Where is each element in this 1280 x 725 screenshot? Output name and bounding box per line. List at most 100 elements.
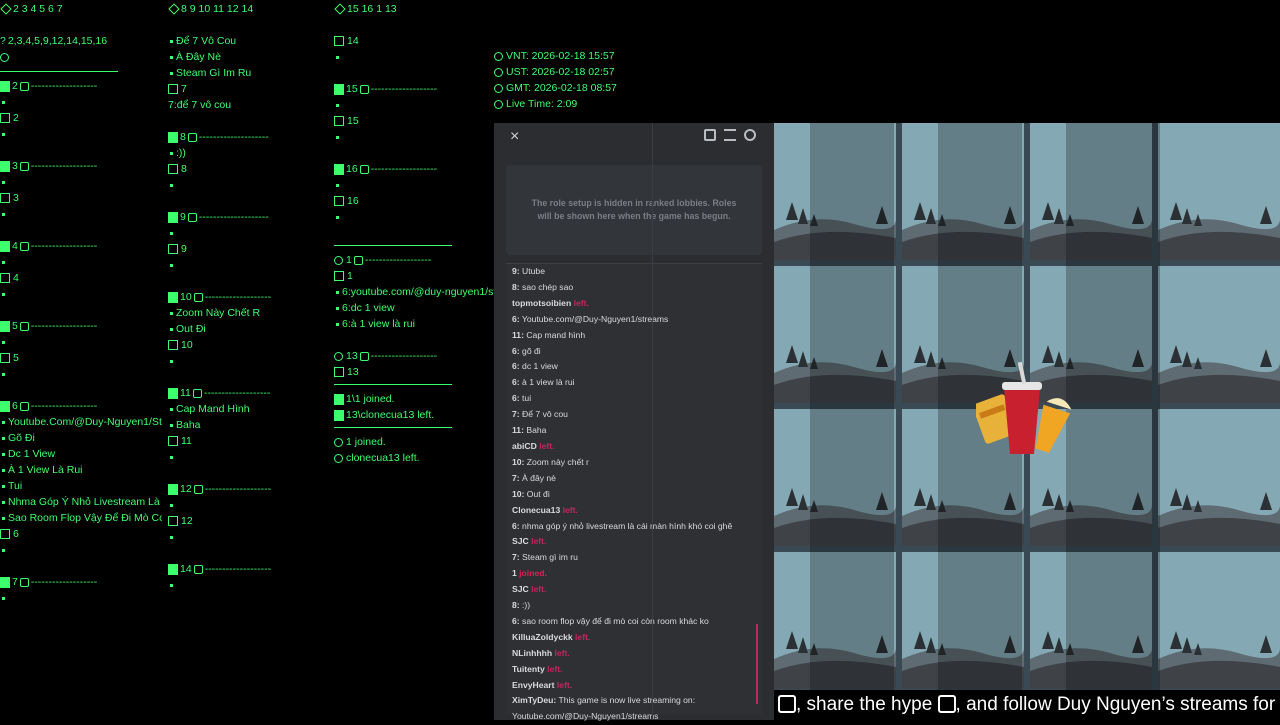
dot-row [168, 497, 323, 513]
slot-header: 11 ------------------- [168, 385, 323, 401]
slot-header: 14 ------------------- [168, 561, 323, 577]
chat-line: Sao Room Flop Vậy Để Đi Mò Coi C [0, 510, 162, 526]
chat-scrollbar[interactable] [756, 624, 758, 704]
filled-square-icon [0, 400, 10, 412]
filled-square-icon [334, 409, 344, 421]
text: Gõ Đi [8, 432, 35, 444]
chat-author: SJC [512, 584, 529, 595]
column-1-slots: 2 ------------------- 2 3 ------------------… [0, 78, 162, 606]
player-card[interactable] [1158, 409, 1280, 546]
dot-icon [2, 548, 5, 552]
dot-icon [336, 290, 339, 294]
chat-author: 11: [512, 329, 524, 340]
slot-header: 10 ------------------- [168, 289, 323, 305]
clock-icon [0, 52, 9, 62]
text: 7 [12, 576, 18, 588]
chat-message: 8: sao chép sao [506, 280, 762, 296]
question-icon: ? [0, 35, 6, 47]
speaker-icon [187, 132, 197, 142]
chat-line: Nhma Góp Ý Nhỏ Livestream Là Cái [0, 494, 162, 510]
text: Sao Room Flop Vậy Để Đi Mò Coi C [8, 512, 162, 524]
text: ------------------- [204, 291, 272, 303]
dot-icon [336, 306, 339, 310]
slot-note: 7:để 7 vô cou [168, 99, 232, 111]
players-icon[interactable] [744, 129, 756, 141]
dot-icon [336, 103, 339, 107]
chat-message: XimTyDeu: This game is now live streamin… [506, 693, 762, 709]
clock-list: VNT: 2026-02-18 15:57 UST: 2026-02-18 02… [494, 48, 617, 112]
chat-line: Youtube.Com/@Duy-Nguyen1/Stre [0, 414, 162, 430]
text: 16 [347, 195, 359, 207]
text: ------------------- [30, 320, 98, 332]
checkbox-icon [0, 353, 10, 363]
player-card[interactable] [1158, 552, 1280, 689]
dot-row [168, 225, 323, 241]
speaker-icon [359, 351, 369, 361]
clock-vnt: VNT: 2026-02-18 15:57 [494, 48, 617, 64]
text: 3 [13, 192, 19, 204]
chat-log[interactable]: 9: Utube 8: sao chép sao topmotsoibien lef… [506, 263, 762, 721]
dot-icon [2, 468, 5, 472]
panel-topbar: × [494, 123, 774, 151]
chat-text: left. [554, 679, 573, 690]
chat-text: sao room flop vậy để đi mò coi còn room … [519, 615, 709, 626]
dot-icon [170, 231, 173, 235]
text: 10 [180, 291, 192, 303]
text: 8 [181, 163, 187, 175]
text: ------------------- [203, 387, 271, 399]
close-button[interactable]: × [510, 128, 519, 146]
filled-square-icon [0, 576, 10, 588]
text: 15 [347, 115, 359, 127]
chat-author: KilluaZoldyckk [512, 631, 573, 642]
chat-text: left. [528, 584, 547, 595]
player-card[interactable] [1158, 266, 1280, 403]
dot-icon [2, 132, 5, 136]
clock-icon [494, 51, 503, 61]
column-2-header: 8 9 10 11 12 14 [168, 1, 323, 17]
chat-message: 7: Steam gì im ru [506, 550, 762, 566]
checkbox-icon [334, 367, 344, 377]
checkbox-icon [334, 36, 344, 46]
text: 2 [12, 80, 18, 92]
slot-1-lines: 6:youtube.com/@duy-nguyen1/strea 6:dc 1 v… [334, 284, 494, 332]
text: Youtube.Com/@Duy-Nguyen1/Stre [8, 416, 162, 428]
slot-header: 9 -------------------- [168, 209, 323, 225]
text: 6 [12, 400, 18, 412]
checkbox-icon [0, 273, 10, 283]
text: À 1 View Là Rui [8, 464, 83, 476]
text: 4 [12, 240, 18, 252]
slot-box: 12 [168, 513, 323, 529]
chat-text: Youtube.com/@Duy-Nguyen1/streams [519, 313, 669, 324]
chat-author: SJC [512, 536, 529, 547]
player-card[interactable] [1158, 123, 1280, 260]
text: 6:dc 1 view [342, 302, 395, 314]
speaker-icon [192, 388, 202, 398]
text: Để 7 Vô Cou [176, 35, 237, 47]
column-2-slots: 8 --------------------:)) 8 9 --------------… [168, 113, 323, 593]
slot-header: 16 ------------------- [334, 161, 494, 177]
list-icon[interactable] [724, 129, 736, 141]
dot-icon [170, 39, 173, 43]
skull-icon [334, 255, 343, 265]
text: Tui [8, 480, 23, 492]
speaker-icon [19, 401, 29, 411]
text: ------------------- [30, 160, 98, 172]
dot-icon [2, 260, 5, 264]
chat-author: 6: [512, 393, 520, 404]
speaker-icon [19, 241, 29, 251]
filled-square-icon [168, 387, 178, 399]
dot-row [0, 334, 162, 350]
landscape-icon [1158, 345, 1280, 403]
column-1: 2 3 4 5 6 7 ? 2,3,4,5,9,12,14,15,16 2 ---… [0, 0, 162, 606]
chat-text: Cap mand hình [523, 329, 586, 340]
text: 11 [180, 387, 191, 399]
chat-message: 9: Utube [506, 264, 762, 280]
dot-icon [2, 500, 5, 504]
speaker-icon [193, 484, 203, 494]
slot-box: 4 [0, 270, 162, 286]
dot-icon [170, 151, 173, 155]
fullscreen-icon[interactable] [704, 129, 716, 141]
checkbox-icon [168, 516, 178, 526]
